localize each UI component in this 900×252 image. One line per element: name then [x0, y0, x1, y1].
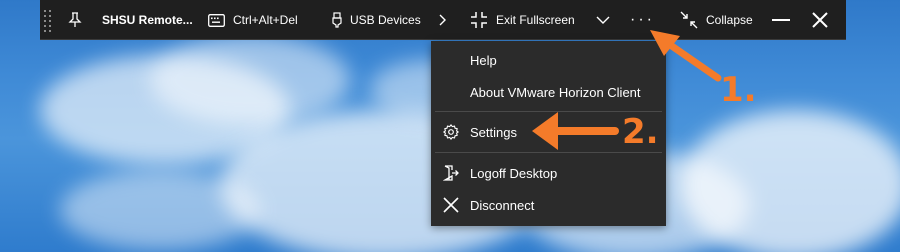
minimize-icon	[772, 18, 790, 22]
exit-fullscreen-button[interactable]: Exit Fullscreen	[470, 0, 575, 40]
close-icon	[811, 11, 829, 29]
exit-fullscreen-label: Exit Fullscreen	[496, 13, 575, 27]
usb-devices-label: USB Devices	[350, 13, 421, 27]
menu-item-label: About VMware Horizon Client	[470, 84, 641, 100]
usb-icon	[332, 12, 342, 28]
disconnect-icon	[443, 197, 459, 213]
menu-item-disconnect[interactable]: Disconnect	[431, 190, 666, 220]
annotation-step-1: 1.	[720, 70, 757, 110]
collapse-icon	[680, 11, 698, 29]
pin-button[interactable]	[68, 0, 82, 40]
cloud	[150, 35, 350, 125]
ctrl-alt-del-button[interactable]: Ctrl+Alt+Del	[208, 0, 298, 40]
chevron-down-icon[interactable]	[596, 0, 610, 40]
pin-icon	[68, 12, 82, 28]
usb-devices-button[interactable]: USB Devices	[332, 0, 421, 40]
menu-item-label: Help	[470, 52, 497, 68]
horizon-toolbar: SHSU Remote... Ctrl+Alt+Del USB Devices	[40, 0, 846, 40]
menu-item-label: Settings	[470, 124, 517, 140]
keyboard-icon	[208, 13, 225, 27]
more-options-button[interactable]: ···	[630, 0, 655, 40]
menu-separator	[435, 152, 662, 153]
chevron-right-icon[interactable]	[438, 0, 446, 40]
more-icon: ···	[630, 11, 655, 28]
menu-item-label: Disconnect	[470, 197, 535, 213]
logoff-icon	[442, 165, 459, 181]
menu-item-about[interactable]: About VMware Horizon Client	[431, 77, 666, 107]
ctrl-alt-del-label: Ctrl+Alt+Del	[233, 13, 298, 27]
minimize-button[interactable]	[772, 0, 790, 40]
desktop-title: SHSU Remote...	[102, 13, 193, 27]
collapse-button[interactable]: Collapse	[680, 0, 753, 40]
close-button[interactable]	[811, 0, 829, 40]
gear-icon	[443, 124, 459, 140]
menu-item-label: Logoff Desktop	[470, 165, 558, 181]
cloud	[680, 110, 900, 252]
annotation-step-2: 2.	[622, 112, 659, 152]
exit-fullscreen-icon	[470, 11, 488, 29]
cloud	[60, 170, 260, 250]
menu-item-help[interactable]: Help	[431, 45, 666, 75]
drag-grip-icon[interactable]	[44, 0, 52, 40]
collapse-label: Collapse	[706, 13, 753, 27]
menu-item-logoff[interactable]: Logoff Desktop	[431, 158, 666, 188]
